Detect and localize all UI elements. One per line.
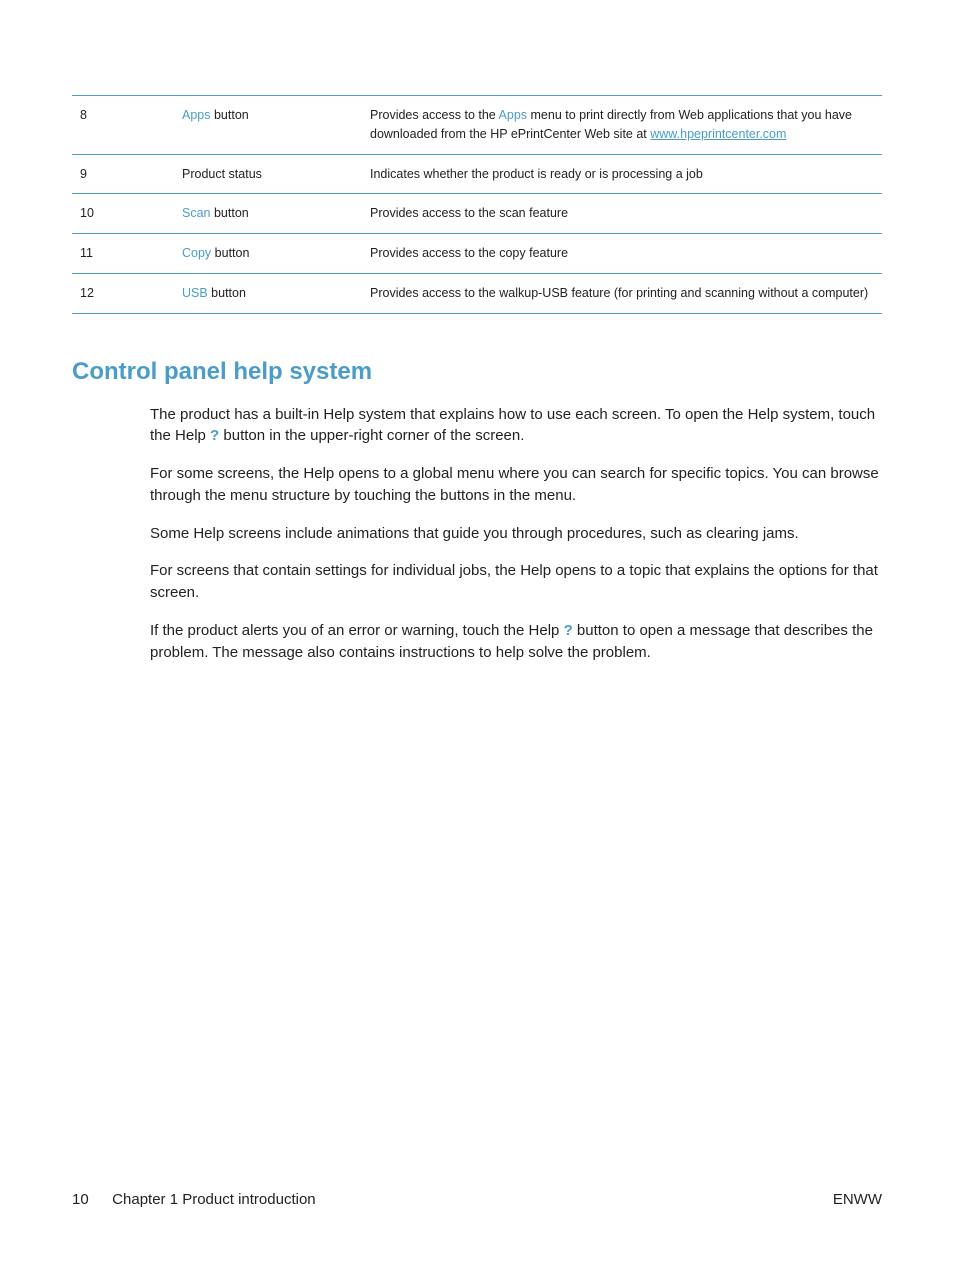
row-number: 8	[72, 96, 182, 155]
help-icon: ?	[564, 622, 573, 639]
label-link[interactable]: USB	[182, 286, 208, 300]
row-label: USB button	[182, 273, 370, 313]
control-panel-table: 8Apps buttonProvides access to the Apps …	[72, 95, 882, 314]
row-description: Provides access to the walkup-USB featur…	[370, 273, 882, 313]
row-label: Product status	[182, 154, 370, 194]
row-label: Copy button	[182, 234, 370, 274]
label-link[interactable]: Apps	[182, 108, 211, 122]
text: button in the upper-right corner of the …	[219, 427, 524, 444]
row-label: Scan button	[182, 194, 370, 234]
row-description: Provides access to the copy feature	[370, 234, 882, 274]
paragraph: For screens that contain settings for in…	[150, 560, 882, 604]
row-number: 12	[72, 273, 182, 313]
section-heading: Control panel help system	[72, 358, 882, 386]
text: If the product alerts you of an error or…	[150, 622, 564, 639]
label-suffix: button	[211, 108, 249, 122]
row-number: 9	[72, 154, 182, 194]
row-number: 11	[72, 234, 182, 274]
label-suffix: button	[211, 246, 249, 260]
table-row: 8Apps buttonProvides access to the Apps …	[72, 96, 882, 155]
paragraph: Some Help screens include animations tha…	[150, 523, 882, 545]
row-number: 10	[72, 194, 182, 234]
table-row: 11Copy buttonProvides access to the copy…	[72, 234, 882, 274]
row-description: Provides access to the scan feature	[370, 194, 882, 234]
label-link[interactable]: Copy	[182, 246, 211, 260]
row-description: Provides access to the Apps menu to prin…	[370, 96, 882, 155]
paragraph: If the product alerts you of an error or…	[150, 620, 882, 664]
text: Provides access to the	[370, 108, 499, 122]
table-row: 12USB buttonProvides access to the walku…	[72, 273, 882, 313]
document-page: 8Apps buttonProvides access to the Apps …	[0, 0, 954, 663]
paragraph: For some screens, the Help opens to a gl…	[150, 463, 882, 507]
page-number: 10	[72, 1191, 108, 1208]
row-description: Indicates whether the product is ready o…	[370, 154, 882, 194]
label-suffix: button	[211, 206, 249, 220]
footer-right: ENWW	[833, 1191, 882, 1208]
table-row: 9Product statusIndicates whether the pro…	[72, 154, 882, 194]
table-row: 10Scan buttonProvides access to the scan…	[72, 194, 882, 234]
help-icon: ?	[210, 427, 219, 444]
chapter-label: Chapter 1 Product introduction	[112, 1191, 315, 1208]
body-text: The product has a built-in Help system t…	[150, 404, 882, 664]
desc-url-link[interactable]: www.hpeprintcenter.com	[650, 127, 786, 141]
row-label: Apps button	[182, 96, 370, 155]
page-footer: 10 Chapter 1 Product introduction ENWW	[72, 1191, 882, 1208]
paragraph: The product has a built-in Help system t…	[150, 404, 882, 448]
label-link[interactable]: Scan	[182, 206, 211, 220]
footer-left: 10 Chapter 1 Product introduction	[72, 1191, 316, 1208]
desc-link[interactable]: Apps	[499, 108, 528, 122]
label-suffix: button	[208, 286, 246, 300]
